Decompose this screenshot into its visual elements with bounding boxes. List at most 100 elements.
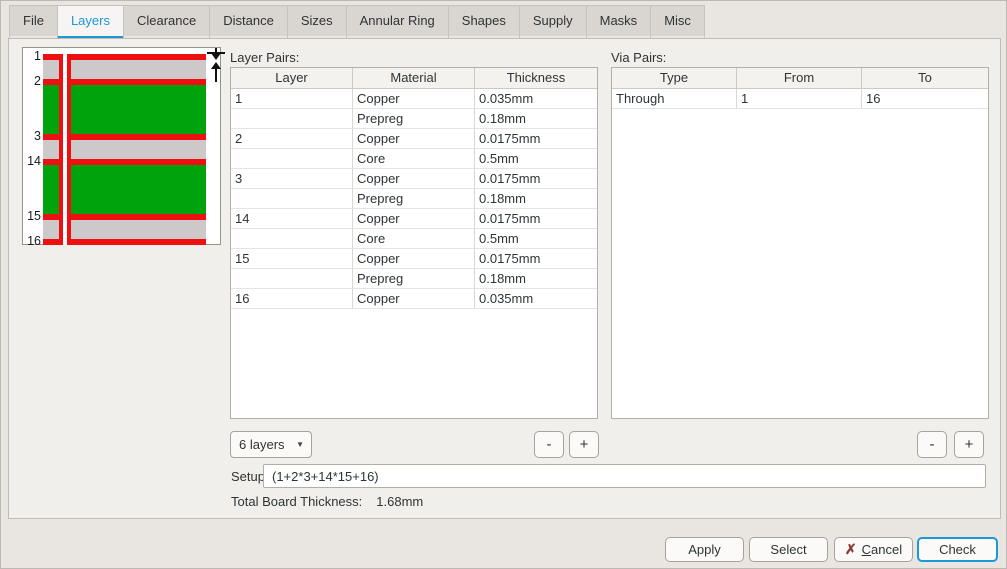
column-header-material[interactable]: Material <box>353 68 475 89</box>
table-cell[interactable]: 0.035mm <box>475 89 597 109</box>
table-cell[interactable]: 16 <box>231 289 353 309</box>
table-cell[interactable]: Core <box>353 229 475 249</box>
stack-left-section <box>43 54 59 245</box>
tab-layers[interactable]: Layers <box>57 5 124 40</box>
table-cell[interactable]: 0.5mm <box>475 229 597 249</box>
via-pairs-body: Through116 <box>612 89 988 109</box>
column-header-layer[interactable]: Layer <box>231 68 353 89</box>
column-header-from[interactable]: From <box>737 68 862 89</box>
table-cell[interactable]: 2 <box>231 129 353 149</box>
table-cell[interactable]: 0.5mm <box>475 149 597 169</box>
table-cell[interactable]: Prepreg <box>353 109 475 129</box>
table-cell[interactable] <box>231 149 353 169</box>
table-row[interactable]: 2Copper0.0175mm <box>231 129 597 149</box>
table-cell[interactable]: 3 <box>231 169 353 189</box>
via-pairs-add-button[interactable]: + <box>954 431 984 458</box>
stack-layer-prepreg <box>43 60 59 79</box>
table-cell[interactable]: Prepreg <box>353 189 475 209</box>
layer-count-value: 6 layers <box>239 437 285 452</box>
via-pairs-table[interactable]: TypeFromTo Through116 <box>611 67 989 419</box>
table-cell[interactable] <box>231 109 353 129</box>
column-header-thickness[interactable]: Thickness <box>475 68 597 89</box>
table-cell[interactable] <box>231 269 353 289</box>
table-cell[interactable]: 1 <box>231 89 353 109</box>
table-cell[interactable]: 1 <box>737 89 862 109</box>
table-row[interactable]: 15Copper0.0175mm <box>231 249 597 269</box>
stack-layer-number: 2 <box>23 74 41 89</box>
table-cell[interactable]: Core <box>353 149 475 169</box>
select-button[interactable]: Select <box>749 537 828 562</box>
stack-layer-number: 15 <box>23 209 41 224</box>
stack-layer-prepreg <box>43 140 59 159</box>
tab-supply[interactable]: Supply <box>519 5 587 40</box>
table-cell[interactable]: Copper <box>353 129 475 149</box>
table-row[interactable]: Prepreg0.18mm <box>231 189 597 209</box>
stack-layer-copper <box>71 239 206 245</box>
column-header-type[interactable]: Type <box>612 68 737 89</box>
table-cell[interactable] <box>231 229 353 249</box>
table-row[interactable]: Core0.5mm <box>231 229 597 249</box>
table-cell[interactable]: 0.18mm <box>475 269 597 289</box>
stack-right-section <box>71 54 206 245</box>
table-cell[interactable]: 0.0175mm <box>475 129 597 149</box>
table-row[interactable]: Core0.5mm <box>231 149 597 169</box>
tab-sizes[interactable]: Sizes <box>287 5 347 40</box>
apply-button[interactable]: Apply <box>665 537 744 562</box>
layer-count-dropdown[interactable]: 6 layers ▼ <box>230 431 312 458</box>
table-row[interactable]: 1Copper0.035mm <box>231 89 597 109</box>
table-cell[interactable]: 0.035mm <box>475 289 597 309</box>
tab-file[interactable]: File <box>9 5 58 40</box>
via-pairs-remove-button[interactable]: - <box>917 431 947 458</box>
layer-pairs-add-button[interactable]: + <box>569 431 599 458</box>
layer-pairs-remove-button[interactable]: - <box>534 431 564 458</box>
table-cell[interactable]: Prepreg <box>353 269 475 289</box>
via-pairs-header: TypeFromTo <box>612 68 988 89</box>
table-row[interactable]: 14Copper0.0175mm <box>231 209 597 229</box>
table-cell[interactable]: Copper <box>353 169 475 189</box>
table-cell[interactable]: 16 <box>862 89 988 109</box>
table-cell[interactable]: Copper <box>353 289 475 309</box>
table-cell[interactable]: Copper <box>353 89 475 109</box>
table-cell[interactable]: 0.0175mm <box>475 249 597 269</box>
stack-layer-core <box>71 85 206 134</box>
table-cell[interactable]: 0.0175mm <box>475 169 597 189</box>
check-button[interactable]: Check <box>917 537 998 562</box>
table-cell[interactable]: Through <box>612 89 737 109</box>
tab-distance[interactable]: Distance <box>209 5 288 40</box>
tab-masks[interactable]: Masks <box>586 5 652 40</box>
tab-clearance[interactable]: Clearance <box>123 5 210 40</box>
table-row[interactable]: Prepreg0.18mm <box>231 109 597 129</box>
stack-layer-core <box>43 165 59 214</box>
layer-stack-preview: 123141516 <box>22 47 221 245</box>
table-cell[interactable]: 0.18mm <box>475 189 597 209</box>
setup-input[interactable] <box>263 464 986 488</box>
table-cell[interactable]: 0.18mm <box>475 109 597 129</box>
chevron-down-icon: ▼ <box>296 432 304 457</box>
table-row[interactable]: Through116 <box>612 89 988 109</box>
total-thickness-row: Total Board Thickness:1.68mm <box>231 494 423 509</box>
layer-pairs-table[interactable]: LayerMaterialThickness 1Copper0.035mmPre… <box>230 67 598 419</box>
cancel-x-icon: ✗ <box>845 541 857 558</box>
table-row[interactable]: 3Copper0.0175mm <box>231 169 597 189</box>
tab-annular-ring[interactable]: Annular Ring <box>346 5 449 40</box>
table-row[interactable]: 16Copper0.035mm <box>231 289 597 309</box>
layer-pairs-header: LayerMaterialThickness <box>231 68 597 89</box>
stack-layer-core <box>43 85 59 134</box>
table-cell[interactable]: 15 <box>231 249 353 269</box>
via-pairs-title: Via Pairs: <box>611 50 666 65</box>
column-header-to[interactable]: To <box>862 68 988 89</box>
tab-misc[interactable]: Misc <box>650 5 705 40</box>
table-cell[interactable]: 0.0175mm <box>475 209 597 229</box>
table-cell[interactable]: Copper <box>353 209 475 229</box>
stack-layer-prepreg <box>71 140 206 159</box>
tab-shapes[interactable]: Shapes <box>448 5 520 40</box>
cancel-button[interactable]: ✗ Cancel <box>834 537 913 562</box>
setup-label: Setup <box>231 469 265 484</box>
stack-layer-number: 16 <box>23 234 41 249</box>
stack-layer-number: 3 <box>23 129 41 144</box>
table-cell[interactable]: 14 <box>231 209 353 229</box>
stack-layer-prepreg <box>71 220 206 239</box>
table-cell[interactable] <box>231 189 353 209</box>
table-row[interactable]: Prepreg0.18mm <box>231 269 597 289</box>
table-cell[interactable]: Copper <box>353 249 475 269</box>
